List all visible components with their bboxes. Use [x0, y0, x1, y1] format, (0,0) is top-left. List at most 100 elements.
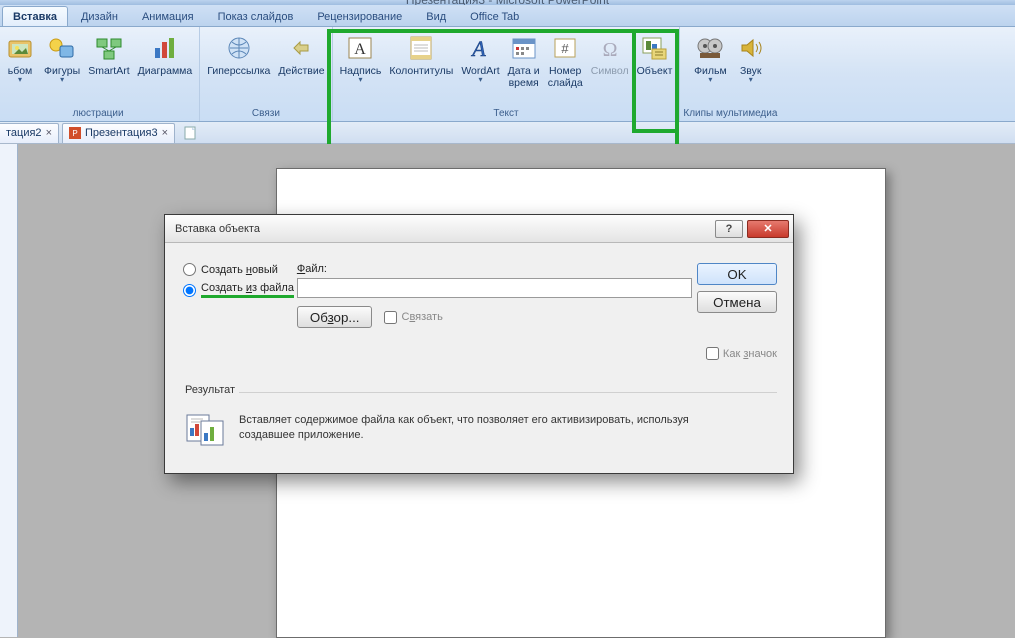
group-illustrations: ьбом ▾ Фигуры ▾ SmartArt Диагра: [0, 27, 200, 121]
dialog-titlebar[interactable]: Вставка объекта ? ✕: [165, 215, 793, 243]
datetime-label: Дата ивремя: [508, 65, 540, 89]
action-icon: [285, 32, 317, 64]
smartart-icon: [93, 32, 125, 64]
textbox-icon: A: [344, 32, 376, 64]
hyperlink-label: Гиперссылка: [207, 65, 270, 77]
ok-button[interactable]: OK: [697, 263, 777, 285]
btn-textbox[interactable]: A Надпись ▾: [336, 29, 386, 86]
movie-icon: [694, 32, 726, 64]
btn-symbol[interactable]: Ω Символ: [587, 29, 633, 80]
cancel-button[interactable]: Отмена: [697, 291, 777, 313]
tab-officetab[interactable]: Office Tab: [459, 6, 530, 26]
result-legend: Результат: [181, 384, 239, 396]
btn-photoalbum[interactable]: ьбом ▾: [0, 29, 40, 86]
app-title: Презентация3 - Microsoft PowerPoint: [406, 0, 609, 5]
link-checkbox-input[interactable]: [384, 311, 397, 324]
btn-hyperlink[interactable]: Гиперссылка: [203, 29, 274, 80]
btn-sound[interactable]: Звук ▾: [731, 29, 771, 86]
file-input[interactable]: [297, 278, 692, 298]
as-icon-checkbox[interactable]: Как значок: [706, 347, 777, 360]
btn-movie[interactable]: Фильм ▾: [690, 29, 731, 86]
object-label: Объект: [637, 65, 673, 77]
radio-create-from-file[interactable]: Создать из файла: [183, 282, 297, 298]
symbol-label: Символ: [591, 65, 629, 77]
as-icon-checkbox-input[interactable]: [706, 347, 719, 360]
file-label: Файл:: [297, 263, 692, 275]
ribbon: ьбом ▾ Фигуры ▾ SmartArt Диагра: [0, 27, 1015, 122]
ribbon-tabs: Вставка Дизайн Анимация Показ слайдов Ре…: [0, 5, 1015, 27]
headerfooter-icon: [405, 32, 437, 64]
group-text-label: Текст: [336, 106, 677, 121]
btn-shapes[interactable]: Фигуры ▾: [40, 29, 84, 86]
slidenumber-icon: #: [549, 32, 581, 64]
radio-create-from-file-input[interactable]: [183, 284, 196, 297]
browse-button[interactable]: Обзор...: [297, 306, 373, 328]
group-text: A Надпись ▾ Колонтитулы A WordArt ▾: [333, 27, 681, 121]
wordart-icon: A: [464, 32, 496, 64]
tab-insert[interactable]: Вставка: [2, 6, 68, 26]
sound-icon: [735, 32, 767, 64]
as-icon-checkbox-label: Как значок: [723, 348, 777, 360]
photoalbum-icon: [4, 32, 36, 64]
svg-text:A: A: [355, 41, 367, 58]
dropdown-caret-icon: ▾: [749, 77, 753, 83]
btn-wordart[interactable]: A WordArt ▾: [457, 29, 503, 86]
headerfooter-label: Колонтитулы: [389, 65, 453, 77]
doctab-presentation3[interactable]: P Презентация3 ×: [62, 123, 175, 143]
link-checkbox[interactable]: Связать: [384, 311, 442, 324]
btn-action[interactable]: Действие: [274, 29, 328, 80]
new-document-button[interactable]: [181, 125, 199, 141]
tab-view[interactable]: Вид: [415, 6, 457, 26]
btn-object[interactable]: Объект: [633, 29, 677, 80]
svg-text:Ω: Ω: [602, 39, 617, 61]
doctab1-label: тация2: [6, 127, 42, 139]
svg-text:#: #: [562, 41, 570, 56]
btn-headerfooter[interactable]: Колонтитулы: [385, 29, 457, 80]
tab-slideshow[interactable]: Показ слайдов: [207, 6, 305, 26]
dialog-title: Вставка объекта: [175, 223, 260, 235]
group-media-label: Клипы мультимедиа: [683, 106, 777, 121]
svg-text:P: P: [72, 129, 77, 138]
close-button[interactable]: ✕: [747, 220, 789, 238]
btn-smartart[interactable]: SmartArt: [84, 29, 133, 80]
radio-create-new-label: Создать новый: [201, 264, 278, 276]
close-icon[interactable]: ×: [162, 127, 168, 139]
btn-chart[interactable]: Диаграмма: [134, 29, 197, 80]
datetime-icon: [508, 32, 540, 64]
tab-design[interactable]: Дизайн: [70, 6, 129, 26]
dropdown-caret-icon: ▾: [18, 77, 22, 83]
tab-review[interactable]: Рецензирование: [306, 6, 413, 26]
radio-create-new[interactable]: Создать новый: [183, 263, 297, 276]
doctab-presentation2[interactable]: тация2 ×: [0, 123, 59, 143]
tab-animation[interactable]: Анимация: [131, 6, 205, 26]
chart-icon: [149, 32, 181, 64]
btn-slidenumber[interactable]: # Номерслайда: [544, 29, 587, 92]
dropdown-caret-icon: ▾: [60, 77, 64, 83]
link-checkbox-label: Связать: [401, 311, 442, 323]
result-section: Результат Вставляет содержимое файла как…: [181, 392, 777, 455]
slidenumber-label: Номерслайда: [548, 65, 583, 89]
dropdown-caret-icon: ▾: [358, 77, 362, 83]
result-icon: [185, 413, 225, 447]
help-button[interactable]: ?: [715, 220, 743, 238]
group-links-label: Связи: [203, 106, 328, 121]
doctab2-label: Презентация3: [85, 127, 158, 139]
powerpoint-file-icon: P: [69, 127, 81, 139]
radio-create-new-input[interactable]: [183, 263, 196, 276]
btn-datetime[interactable]: Дата ивремя: [504, 29, 544, 92]
chart-label: Диаграмма: [138, 65, 193, 77]
object-icon: [639, 32, 671, 64]
shapes-icon: [46, 32, 78, 64]
group-media: Фильм ▾ Звук ▾ Клипы мультимедиа: [680, 27, 780, 121]
insert-object-dialog: Вставка объекта ? ✕ Создать новый Создат…: [164, 214, 794, 474]
dropdown-caret-icon: ▾: [708, 77, 712, 83]
action-label: Действие: [278, 65, 324, 77]
dropdown-caret-icon: ▾: [478, 77, 482, 83]
close-icon[interactable]: ×: [46, 127, 52, 139]
radio-create-from-file-label: Создать из файла: [201, 282, 294, 298]
symbol-icon: Ω: [594, 32, 626, 64]
group-links: Гиперссылка Действие Связи: [200, 27, 332, 121]
document-tabs: тация2 × P Презентация3 ×: [0, 122, 1015, 144]
thumbnail-pane[interactable]: [0, 144, 18, 637]
group-illustrations-label: люстрации: [0, 106, 196, 121]
